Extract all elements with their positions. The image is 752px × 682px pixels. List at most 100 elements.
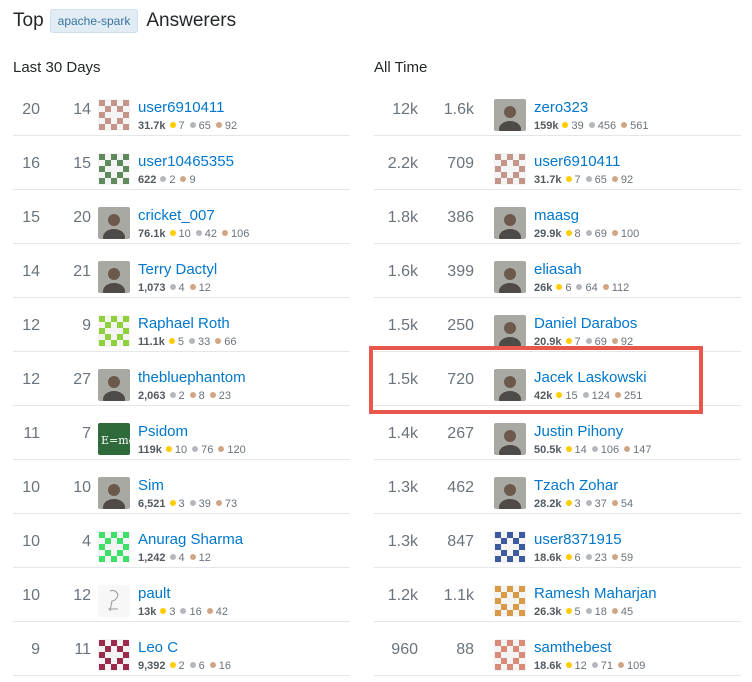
bronze-badge-count: 12 <box>198 282 211 294</box>
list-item: 1.2k 1.1k Ramesh Maharjan 26.3k 5 18 45 <box>374 568 741 622</box>
bronze-badge-dot <box>611 608 618 614</box>
user-name-link[interactable]: eliasah <box>534 261 634 279</box>
gold-badge-count: 3 <box>169 606 176 618</box>
user-name-link[interactable]: user8371915 <box>534 531 638 549</box>
user-name-link[interactable]: Psidom <box>138 423 251 441</box>
title-prefix: Top <box>13 10 44 31</box>
user-name-link[interactable]: Jacek Laskowski <box>534 369 647 387</box>
user-info: Psidom 119k 10 76 120 <box>138 423 251 458</box>
silver-badge-count: 33 <box>198 336 211 348</box>
avatar[interactable] <box>494 207 526 239</box>
user-stats: 119k 10 76 120 <box>138 443 251 458</box>
reputation: 13k <box>138 606 157 618</box>
gold-badge: 2 <box>169 660 185 672</box>
answer-score: 399 <box>447 263 474 280</box>
gold-badge-dot <box>565 446 572 452</box>
silver-badge-count: 42 <box>204 228 218 240</box>
answer-score: 720 <box>447 371 474 388</box>
silver-badge: 64 <box>576 282 598 294</box>
silver-badge-dot <box>195 230 202 236</box>
avatar[interactable]: E=mc² <box>98 423 130 455</box>
user-name-link[interactable]: user6910411 <box>534 153 638 171</box>
user-info: user10465355 622 2 9 <box>138 153 234 188</box>
tag-apache-spark[interactable]: apache-spark <box>49 9 139 33</box>
bronze-badge-dot <box>624 446 631 452</box>
user-name-link[interactable]: Daniel Darabos <box>534 315 638 333</box>
bronze-badge-count: 16 <box>218 660 232 672</box>
avatar[interactable] <box>494 261 526 293</box>
user-stats: 9,392 2 6 16 <box>138 659 236 674</box>
silver-badge: 106 <box>591 444 619 456</box>
avatar[interactable] <box>98 531 130 563</box>
user-stats: 2,063 2 8 23 <box>138 389 246 404</box>
user-stats: 18.6k 12 71 109 <box>534 659 650 674</box>
reputation: 159k <box>534 120 559 132</box>
silver-badge: 4 <box>169 282 185 294</box>
user-name-link[interactable]: thebluephantom <box>138 369 246 387</box>
bronze-badge: 45 <box>611 606 634 618</box>
answer-count: 11 <box>23 425 40 442</box>
avatar[interactable] <box>98 639 130 671</box>
avatar[interactable] <box>494 423 526 455</box>
user-stats: 11.1k 5 33 66 <box>138 335 242 350</box>
bronze-badge: 92 <box>215 120 237 132</box>
user-name-link[interactable]: maasg <box>534 207 644 225</box>
user-name-link[interactable]: Terry Dactyl <box>138 261 217 279</box>
user-name-link[interactable]: user10465355 <box>138 153 234 171</box>
avatar[interactable] <box>98 153 130 185</box>
user-name-link[interactable]: Justin Pihony <box>534 423 657 441</box>
user-name-link[interactable]: Leo C <box>138 639 236 657</box>
list-item: 10 12 pault 13k 3 16 42 <box>13 568 350 622</box>
bronze-badge-dot <box>206 608 213 614</box>
user-stats: 13k 3 16 42 <box>138 605 233 620</box>
user-name-link[interactable]: pault <box>138 585 233 603</box>
user-info: user8371915 18.6k 6 23 59 <box>534 531 638 566</box>
user-stats: 18.6k 6 23 59 <box>534 551 638 566</box>
avatar[interactable] <box>494 585 526 617</box>
bronze-badge: 109 <box>618 660 645 672</box>
answer-score: 709 <box>447 155 474 172</box>
list-item: 2.2k 709 user6910411 31.7k 7 65 92 <box>374 136 741 190</box>
all-time-heading: All Time <box>374 59 428 76</box>
silver-badge: 69 <box>585 336 607 348</box>
list-item: 1.8k 386 maasg 29.9k 8 69 100 <box>374 190 741 244</box>
silver-badge: 4 <box>169 552 185 564</box>
user-name-link[interactable]: samthebest <box>534 639 650 657</box>
list-item: 11 7 E=mc² Psidom 119k 10 76 120 <box>13 406 350 460</box>
user-name-link[interactable]: user6910411 <box>138 99 242 117</box>
avatar[interactable] <box>98 315 130 347</box>
avatar[interactable] <box>98 207 130 239</box>
bronze-badge: 8 <box>189 390 205 402</box>
user-info: Sim 6,521 3 39 73 <box>138 477 242 512</box>
avatar[interactable] <box>98 369 130 401</box>
avatar[interactable] <box>494 477 526 509</box>
avatar[interactable] <box>494 531 526 563</box>
avatar[interactable] <box>494 639 526 671</box>
reputation: 20.9k <box>534 336 562 348</box>
avatar[interactable] <box>494 153 526 185</box>
gold-badge-dot <box>565 338 572 344</box>
avatar[interactable] <box>98 477 130 509</box>
user-name-link[interactable]: cricket_007 <box>138 207 254 225</box>
answer-score: 462 <box>447 479 474 496</box>
user-name-link[interactable]: Sim <box>138 477 242 495</box>
bronze-badge-dot <box>611 500 618 506</box>
avatar[interactable] <box>98 261 130 293</box>
avatar[interactable] <box>494 315 526 347</box>
silver-badge: 65 <box>585 174 607 186</box>
user-stats: 20.9k 7 69 92 <box>534 335 638 350</box>
avatar[interactable] <box>98 99 130 131</box>
bronze-badge-dot <box>611 176 618 182</box>
avatar[interactable] <box>494 99 526 131</box>
gold-badge-count: 6 <box>565 282 572 294</box>
user-name-link[interactable]: Anurag Sharma <box>138 531 243 549</box>
bronze-badge-count: 45 <box>620 606 634 618</box>
user-name-link[interactable]: Ramesh Maharjan <box>534 585 657 603</box>
user-name-link[interactable]: Raphael Roth <box>138 315 242 333</box>
gold-badge: 5 <box>565 606 581 618</box>
user-info: Tzach Zohar 28.2k 3 37 54 <box>534 477 638 512</box>
avatar[interactable] <box>98 585 130 617</box>
user-name-link[interactable]: Tzach Zohar <box>534 477 638 495</box>
avatar[interactable] <box>494 369 526 401</box>
user-name-link[interactable]: zero323 <box>534 99 653 117</box>
